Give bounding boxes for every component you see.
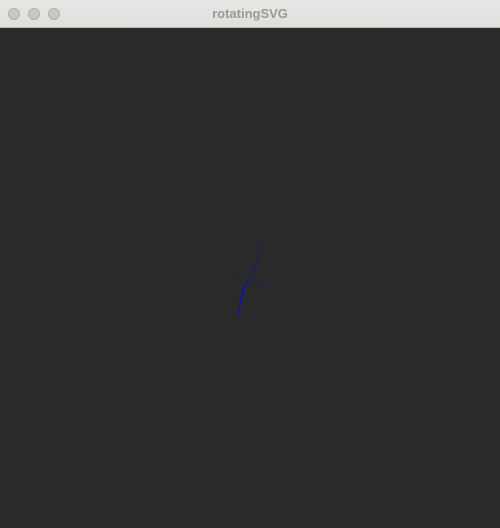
title-bar[interactable]: rotatingSVG <box>0 0 500 28</box>
star-svg <box>208 237 292 320</box>
svg-canvas <box>0 28 500 528</box>
rotating-star-shape <box>208 237 292 320</box>
app-window: rotatingSVG <box>0 0 500 528</box>
window-title: rotatingSVG <box>212 6 288 21</box>
